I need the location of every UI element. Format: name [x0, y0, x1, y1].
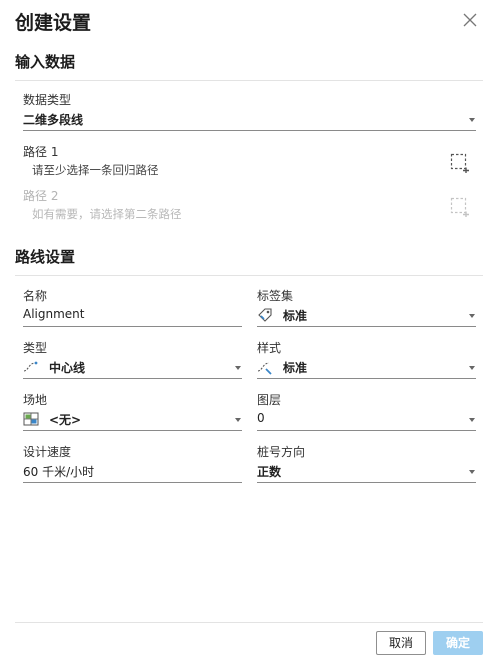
- design-speed-label: 设计速度: [23, 445, 72, 459]
- label-set-label: 标签集: [257, 289, 294, 303]
- site-select[interactable]: <无>: [23, 409, 242, 431]
- type-label: 类型: [23, 341, 48, 355]
- name-label: 名称: [23, 289, 48, 303]
- input-section-title: 输入数据: [15, 53, 76, 71]
- path2-label: 路径 2: [23, 189, 59, 203]
- station-direction-label: 桩号方向: [257, 445, 306, 459]
- chevron-down-icon: [469, 418, 475, 422]
- chevron-down-icon: [469, 118, 475, 122]
- chevron-down-icon: [235, 366, 241, 370]
- layer-select[interactable]: 0: [257, 409, 476, 431]
- close-icon[interactable]: [461, 11, 479, 29]
- style-icon: [257, 359, 273, 375]
- divider: [15, 275, 483, 276]
- footer-divider: [15, 622, 483, 623]
- type-select[interactable]: 中心线: [23, 357, 242, 379]
- chevron-down-icon: [235, 418, 241, 422]
- layer-value: 0: [257, 411, 265, 425]
- design-speed-value: 60 千米/小时: [23, 465, 95, 479]
- label-set-value: 标准: [283, 309, 308, 323]
- data-type-label: 数据类型: [23, 93, 72, 107]
- style-label: 样式: [257, 341, 282, 355]
- station-direction-value: 正数: [257, 465, 282, 479]
- chevron-down-icon: [469, 470, 475, 474]
- site-label: 场地: [23, 393, 48, 407]
- design-speed-input[interactable]: 60 千米/小时: [23, 461, 242, 483]
- dialog-title: 创建设置: [15, 12, 92, 34]
- name-value: Alignment: [23, 307, 85, 321]
- style-value: 标准: [283, 361, 308, 375]
- name-input[interactable]: Alignment: [23, 305, 242, 327]
- centerline-icon: [23, 359, 39, 375]
- data-type-value: 二维多段线: [23, 113, 84, 127]
- path1-hint: 请至少选择一条回归路径: [32, 163, 159, 177]
- label-set-select[interactable]: 标准: [257, 305, 476, 327]
- chevron-down-icon: [469, 366, 475, 370]
- pick-path1-icon[interactable]: [450, 153, 470, 173]
- chevron-down-icon: [469, 314, 475, 318]
- layer-label: 图层: [257, 393, 282, 407]
- style-select[interactable]: 标准: [257, 357, 476, 379]
- path1-label: 路径 1: [23, 145, 59, 159]
- cancel-button[interactable]: 取消: [376, 631, 426, 655]
- route-section-title: 路线设置: [15, 248, 76, 266]
- station-direction-select[interactable]: 正数: [257, 461, 476, 483]
- ok-button[interactable]: 确定: [433, 631, 483, 655]
- label-set-icon: [257, 307, 273, 323]
- site-icon: [23, 411, 39, 427]
- divider: [15, 80, 483, 81]
- data-type-select[interactable]: 二维多段线: [23, 109, 476, 131]
- type-value: 中心线: [49, 361, 86, 375]
- site-value: <无>: [49, 413, 82, 427]
- path2-hint: 如有需要，请选择第二条路径: [32, 207, 182, 221]
- pick-path2-icon[interactable]: [450, 197, 470, 217]
